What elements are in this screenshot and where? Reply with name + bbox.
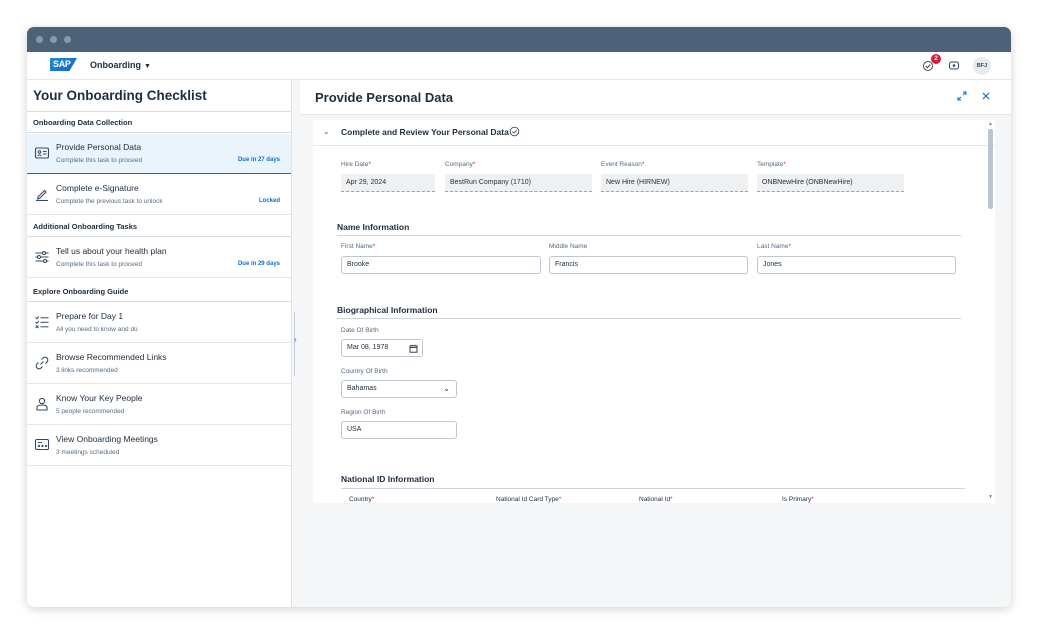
detail-panel: Provide Personal Data ⌄ Complete and Rev… (300, 80, 1011, 607)
guide-onboarding-meetings[interactable]: View Onboarding Meetings 3 meetings sche… (27, 426, 291, 466)
health-plan-icon (35, 251, 49, 263)
column-national-id: National Id* (639, 496, 673, 503)
scroll-up-icon[interactable]: ▲ (988, 121, 993, 127)
template-field: ONBNewHire (ONBNewHire) (757, 174, 904, 192)
checklist-icon (35, 316, 49, 329)
company-label: Company* (445, 161, 476, 168)
date-of-birth-input[interactable]: Mar 08, 1978 (341, 339, 423, 357)
chat-icon (949, 61, 959, 70)
due-status: Due in 27 days (237, 157, 280, 163)
locked-status: Locked (258, 198, 280, 204)
notifications-button[interactable]: 2 (921, 54, 941, 73)
detail-header: Provide Personal Data (300, 80, 1011, 115)
guide-recommended-links[interactable]: Browse Recommended Links 3 links recomme… (27, 344, 291, 384)
scroll-down-icon[interactable]: ▼ (988, 494, 993, 500)
section-title: Complete and Review Your Personal Data (341, 127, 509, 137)
guide-title: Know Your Key People (56, 393, 143, 403)
personal-data-icon (34, 147, 50, 159)
column-is-primary: Is Primary* (782, 496, 814, 503)
window-minimize-dot[interactable] (50, 36, 57, 43)
app-switcher[interactable]: Onboarding ▼ (90, 60, 151, 70)
region-of-birth-label: Region Of Birth (341, 409, 386, 416)
hire-date-label: Hire Date* (341, 161, 371, 168)
group-header: Explore Onboarding Guide (27, 281, 291, 302)
country-of-birth-label: Country Of Birth (341, 368, 388, 375)
link-icon (35, 356, 49, 370)
meetings-icon (34, 438, 50, 451)
expand-icon[interactable] (957, 91, 967, 101)
guide-subtitle: 5 people recommended (56, 408, 125, 415)
task-health-plan[interactable]: Tell us about your health plan Complete … (27, 238, 291, 278)
date-of-birth-label: Date Of Birth (341, 327, 379, 334)
guide-key-people[interactable]: Know Your Key People 5 people recommende… (27, 385, 291, 425)
task-title: Tell us about your health plan (56, 246, 167, 256)
national-id-heading: National ID Information (341, 474, 435, 484)
task-title: Provide Personal Data (56, 142, 142, 152)
guide-title: Prepare for Day 1 (56, 311, 124, 321)
due-status: Due in 29 days (237, 261, 280, 267)
guide-prepare-day-1[interactable]: Prepare for Day 1 All you need to know a… (27, 303, 291, 343)
column-country: Country* (349, 496, 375, 503)
personal-data-form: ⌄ Complete and Review Your Personal Data… (313, 120, 995, 503)
guide-subtitle: 3 meetings scheduled (56, 449, 120, 456)
chevron-right-icon[interactable]: › (294, 335, 297, 344)
panel-splitter[interactable]: › (292, 80, 300, 607)
sap-logo[interactable]: SAP (50, 58, 77, 71)
chevron-down-icon: ▼ (144, 63, 151, 70)
event-reason-field: New Hire (HIRNEW) (601, 174, 748, 192)
window-close-dot[interactable] (36, 36, 43, 43)
close-icon[interactable] (981, 91, 991, 101)
group-header: Additional Onboarding Tasks (27, 216, 291, 237)
biographical-information-heading: Biographical Information (337, 305, 438, 315)
task-subtitle: Complete the previous task to unlock (56, 198, 163, 205)
guide-title: Browse Recommended Links (56, 352, 167, 362)
task-subtitle: Complete this task to proceed (56, 157, 142, 164)
middle-name-input[interactable]: Francis (549, 256, 748, 274)
guide-subtitle: All you need to know and do (56, 326, 138, 333)
hire-date-field: Apr 29, 2024 (341, 174, 435, 192)
app-window: SAP Onboarding ▼ 2 BFJ Your Onboarding C… (27, 27, 1011, 607)
last-name-input[interactable]: Jones (757, 256, 956, 274)
company-field: BestRun Company (1710) (445, 174, 592, 192)
country-of-birth-select[interactable]: Bahamas ⌄ (341, 380, 457, 398)
window-maximize-dot[interactable] (64, 36, 71, 43)
shell-bar: SAP Onboarding ▼ 2 BFJ (27, 52, 1011, 80)
column-id-card-type: National Id Card Type* (496, 496, 562, 503)
checklist-title: Your Onboarding Checklist (33, 88, 207, 103)
last-name-label: Last Name* (757, 243, 791, 250)
task-complete-e-signature[interactable]: Complete e-Signature Complete the previo… (27, 175, 291, 215)
event-reason-label: Event Reason* (601, 161, 645, 168)
signature-icon (36, 189, 48, 201)
help-button[interactable] (947, 59, 961, 73)
checklist-panel: Your Onboarding Checklist Onboarding Dat… (27, 80, 292, 607)
guide-title: View Onboarding Meetings (56, 434, 158, 444)
calendar-icon[interactable] (409, 344, 418, 353)
notification-badge: 2 (931, 54, 941, 64)
check-circle-icon (509, 126, 520, 137)
vertical-scrollbar[interactable]: ▲ ▼ (987, 120, 995, 503)
window-titlebar (27, 27, 1011, 52)
people-icon (36, 397, 48, 411)
region-of-birth-input[interactable]: USA (341, 421, 457, 439)
user-avatar[interactable]: BFJ (973, 57, 991, 75)
page-title: Provide Personal Data (315, 90, 453, 105)
task-subtitle: Complete this task to proceed (56, 261, 142, 268)
first-name-input[interactable]: Brooke (341, 256, 541, 274)
scrollbar-thumb[interactable] (988, 129, 993, 209)
guide-subtitle: 3 links recommended (56, 367, 118, 374)
task-provide-personal-data[interactable]: Provide Personal Data Complete this task… (27, 134, 291, 174)
middle-name-label: Middle Name (549, 243, 588, 250)
name-information-heading: Name Information (337, 222, 410, 232)
template-label: Template* (757, 161, 786, 168)
chevron-down-icon: ⌄ (443, 384, 450, 393)
section-header[interactable]: ⌄ Complete and Review Your Personal Data (313, 120, 995, 146)
app-name: Onboarding (90, 60, 141, 70)
chevron-down-icon[interactable]: ⌄ (323, 127, 330, 136)
group-header: Onboarding Data Collection (27, 112, 291, 133)
first-name-label: First Name* (341, 243, 376, 250)
task-title: Complete e-Signature (56, 183, 139, 193)
